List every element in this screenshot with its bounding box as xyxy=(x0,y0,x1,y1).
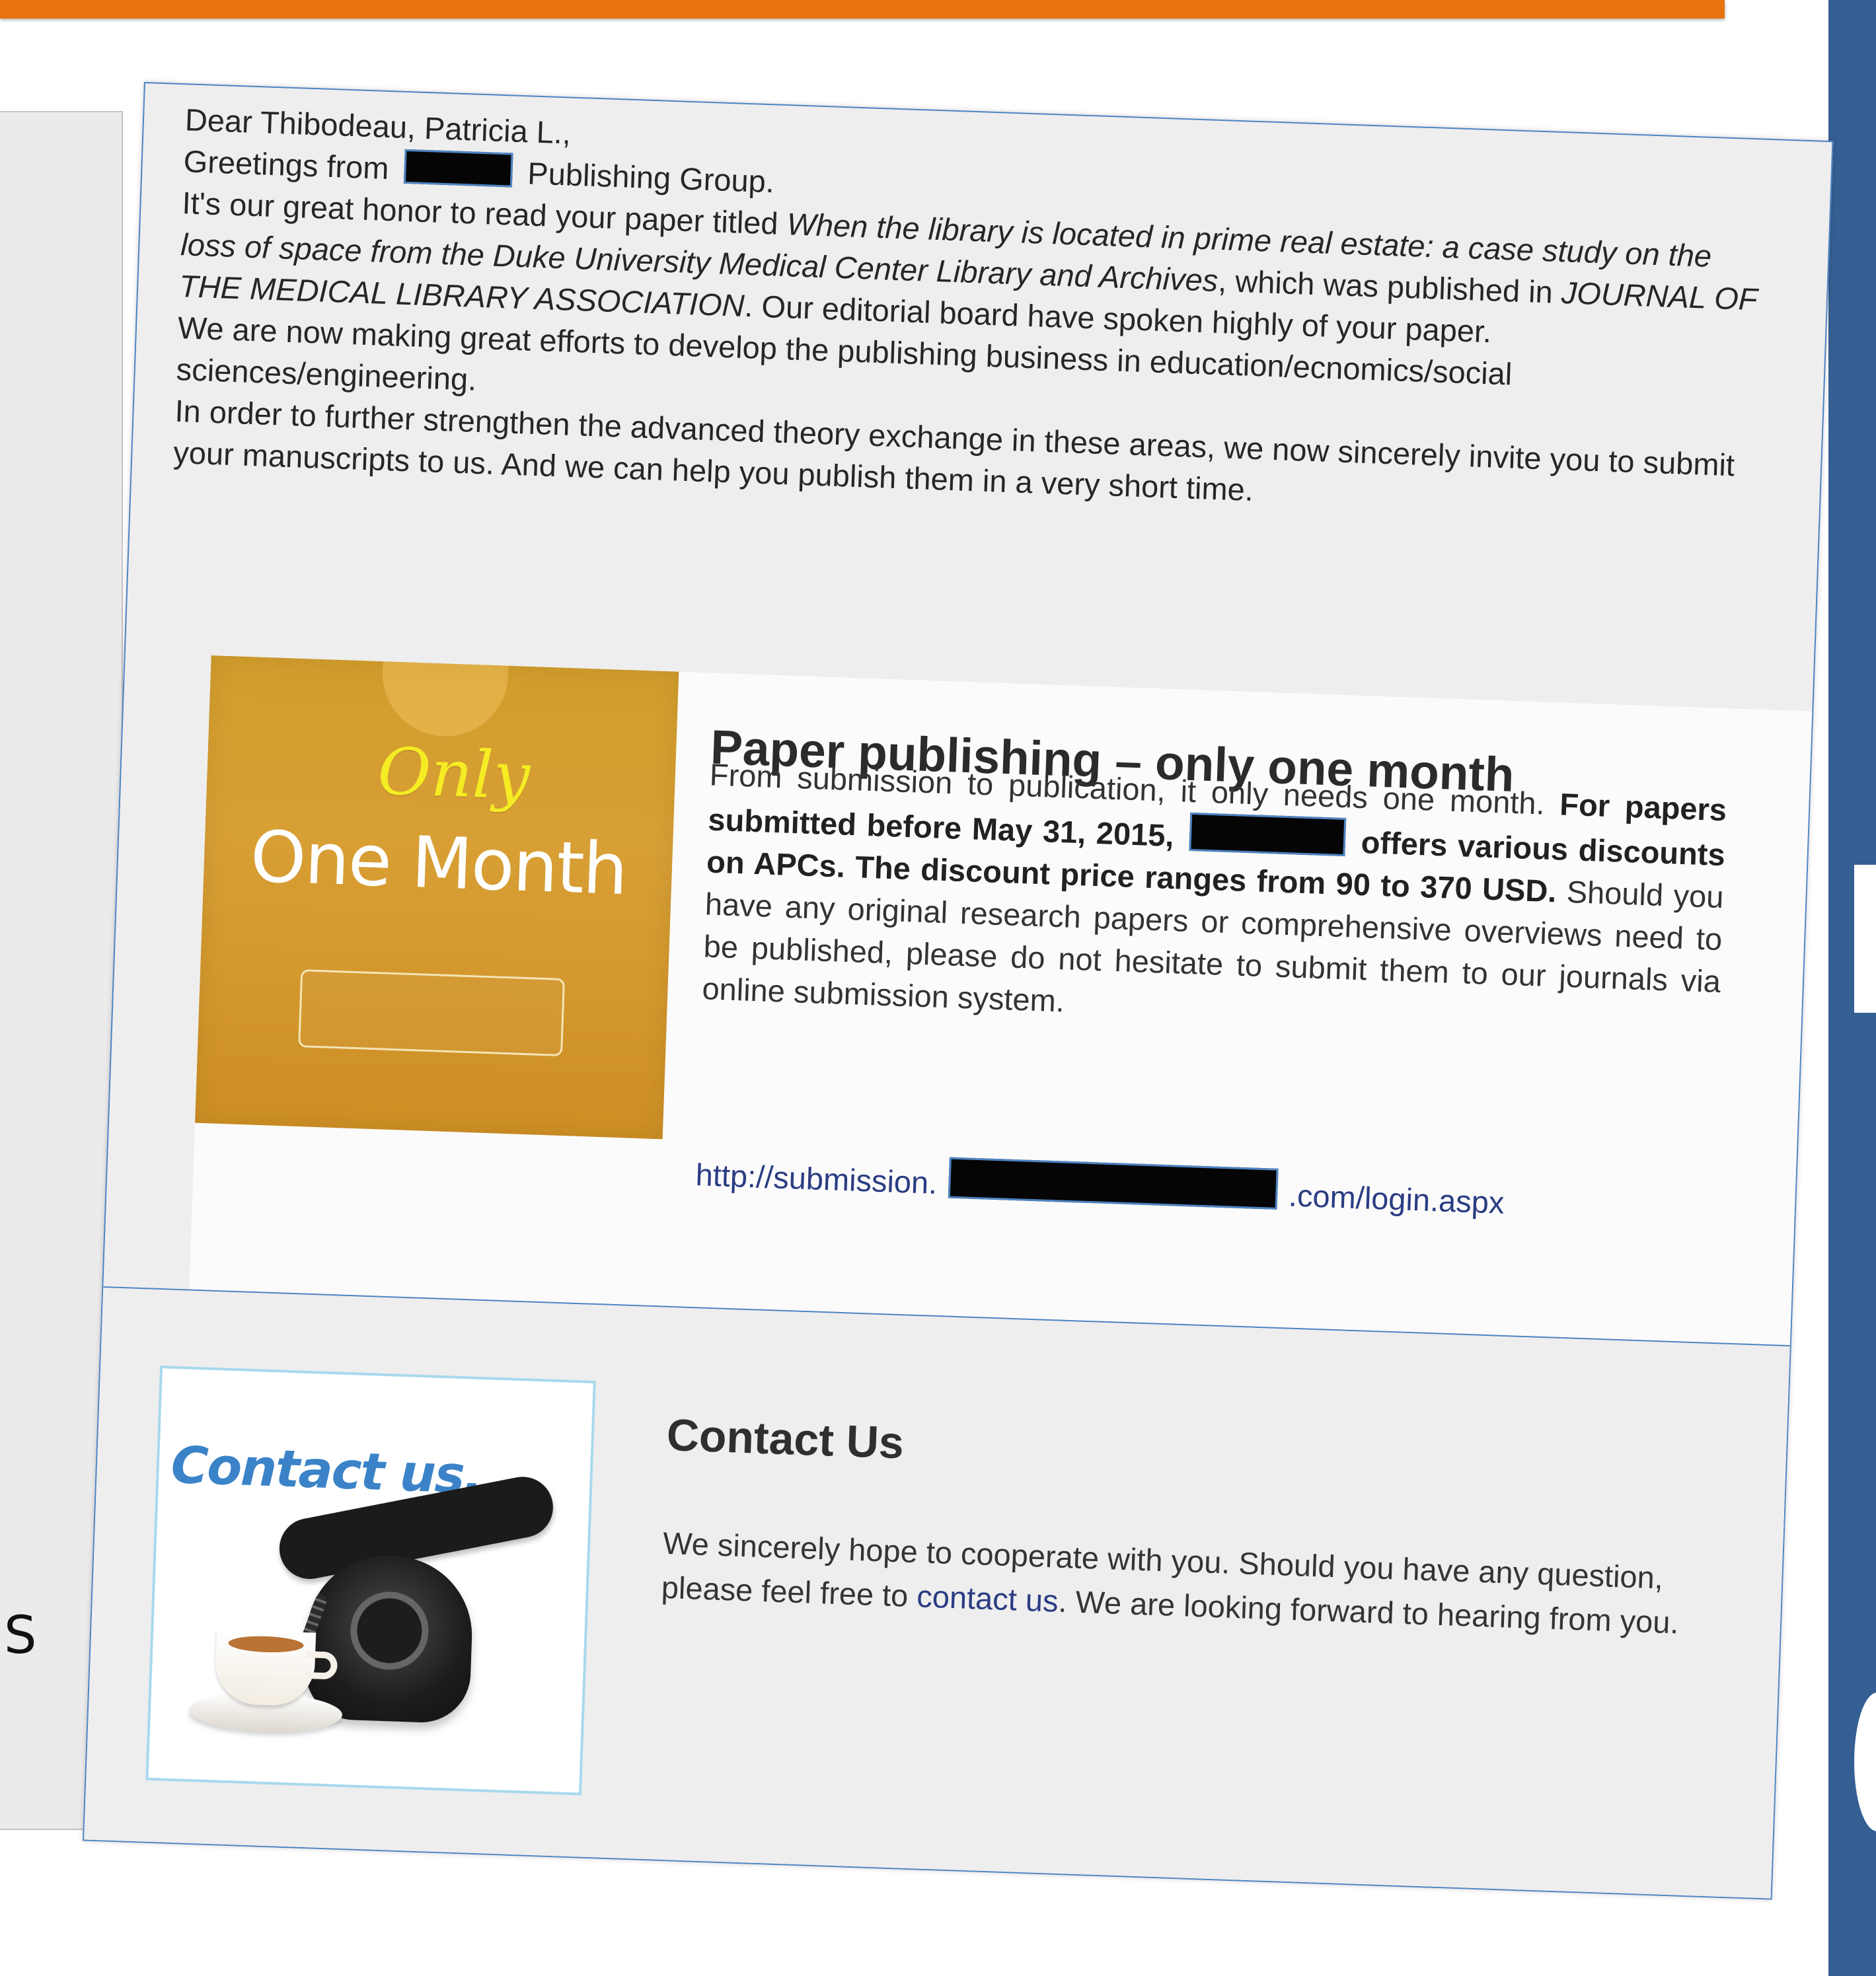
redacted-submission-domain xyxy=(948,1157,1279,1210)
contact-section: Contact us... Contact Us We sincerely ho… xyxy=(83,1286,1793,1900)
telephone-icon xyxy=(303,1553,475,1724)
contact-heading: Contact Us xyxy=(665,1410,905,1469)
one-month-image: Only One Month xyxy=(195,655,679,1140)
lamp-shape xyxy=(380,661,509,739)
publishing-group-text: Publishing Group. xyxy=(527,155,775,200)
promo-paragraph: From submission to publication, it only … xyxy=(702,754,1728,1045)
contact-copy: We sincerely hope to cooperate with you.… xyxy=(661,1521,1694,1646)
redacted-publisher-name xyxy=(403,149,513,188)
submission-link-prefix[interactable]: http://submission. xyxy=(695,1157,938,1200)
button-frame-icon xyxy=(298,969,566,1056)
submission-link-suffix[interactable]: .com/login.aspx xyxy=(1288,1177,1505,1220)
telephone-dial-icon xyxy=(349,1590,430,1671)
promo-image-month: One Month xyxy=(248,816,628,912)
honor-middle: , which was published in xyxy=(1217,262,1562,310)
invitation-letter: Dear Thibodeau, Patricia L., Greetings f… xyxy=(172,99,1770,529)
right-white-box xyxy=(1854,865,1876,1013)
top-accent-bar xyxy=(0,0,1725,18)
email-card: Dear Thibodeau, Patricia L., Greetings f… xyxy=(83,82,1834,1900)
contact-image: Contact us... xyxy=(145,1366,596,1796)
contact-us-link[interactable]: contact us xyxy=(917,1578,1059,1618)
greetings-from-text: Greetings from xyxy=(182,143,390,186)
screenshot-stage: S Dear Thibodeau, Patricia L., Greetings… xyxy=(0,0,1876,1976)
redacted-promo-name xyxy=(1189,812,1347,857)
contact-paragraph: We sincerely hope to cooperate with you.… xyxy=(661,1521,1694,1646)
promo-copy: From submission to publication, it only … xyxy=(702,754,1728,1045)
left-text-fragment: S xyxy=(4,1606,37,1665)
submission-link[interactable]: http://submission. .com/login.aspx xyxy=(695,1148,1819,1233)
promo-image-only: Only xyxy=(376,734,531,815)
